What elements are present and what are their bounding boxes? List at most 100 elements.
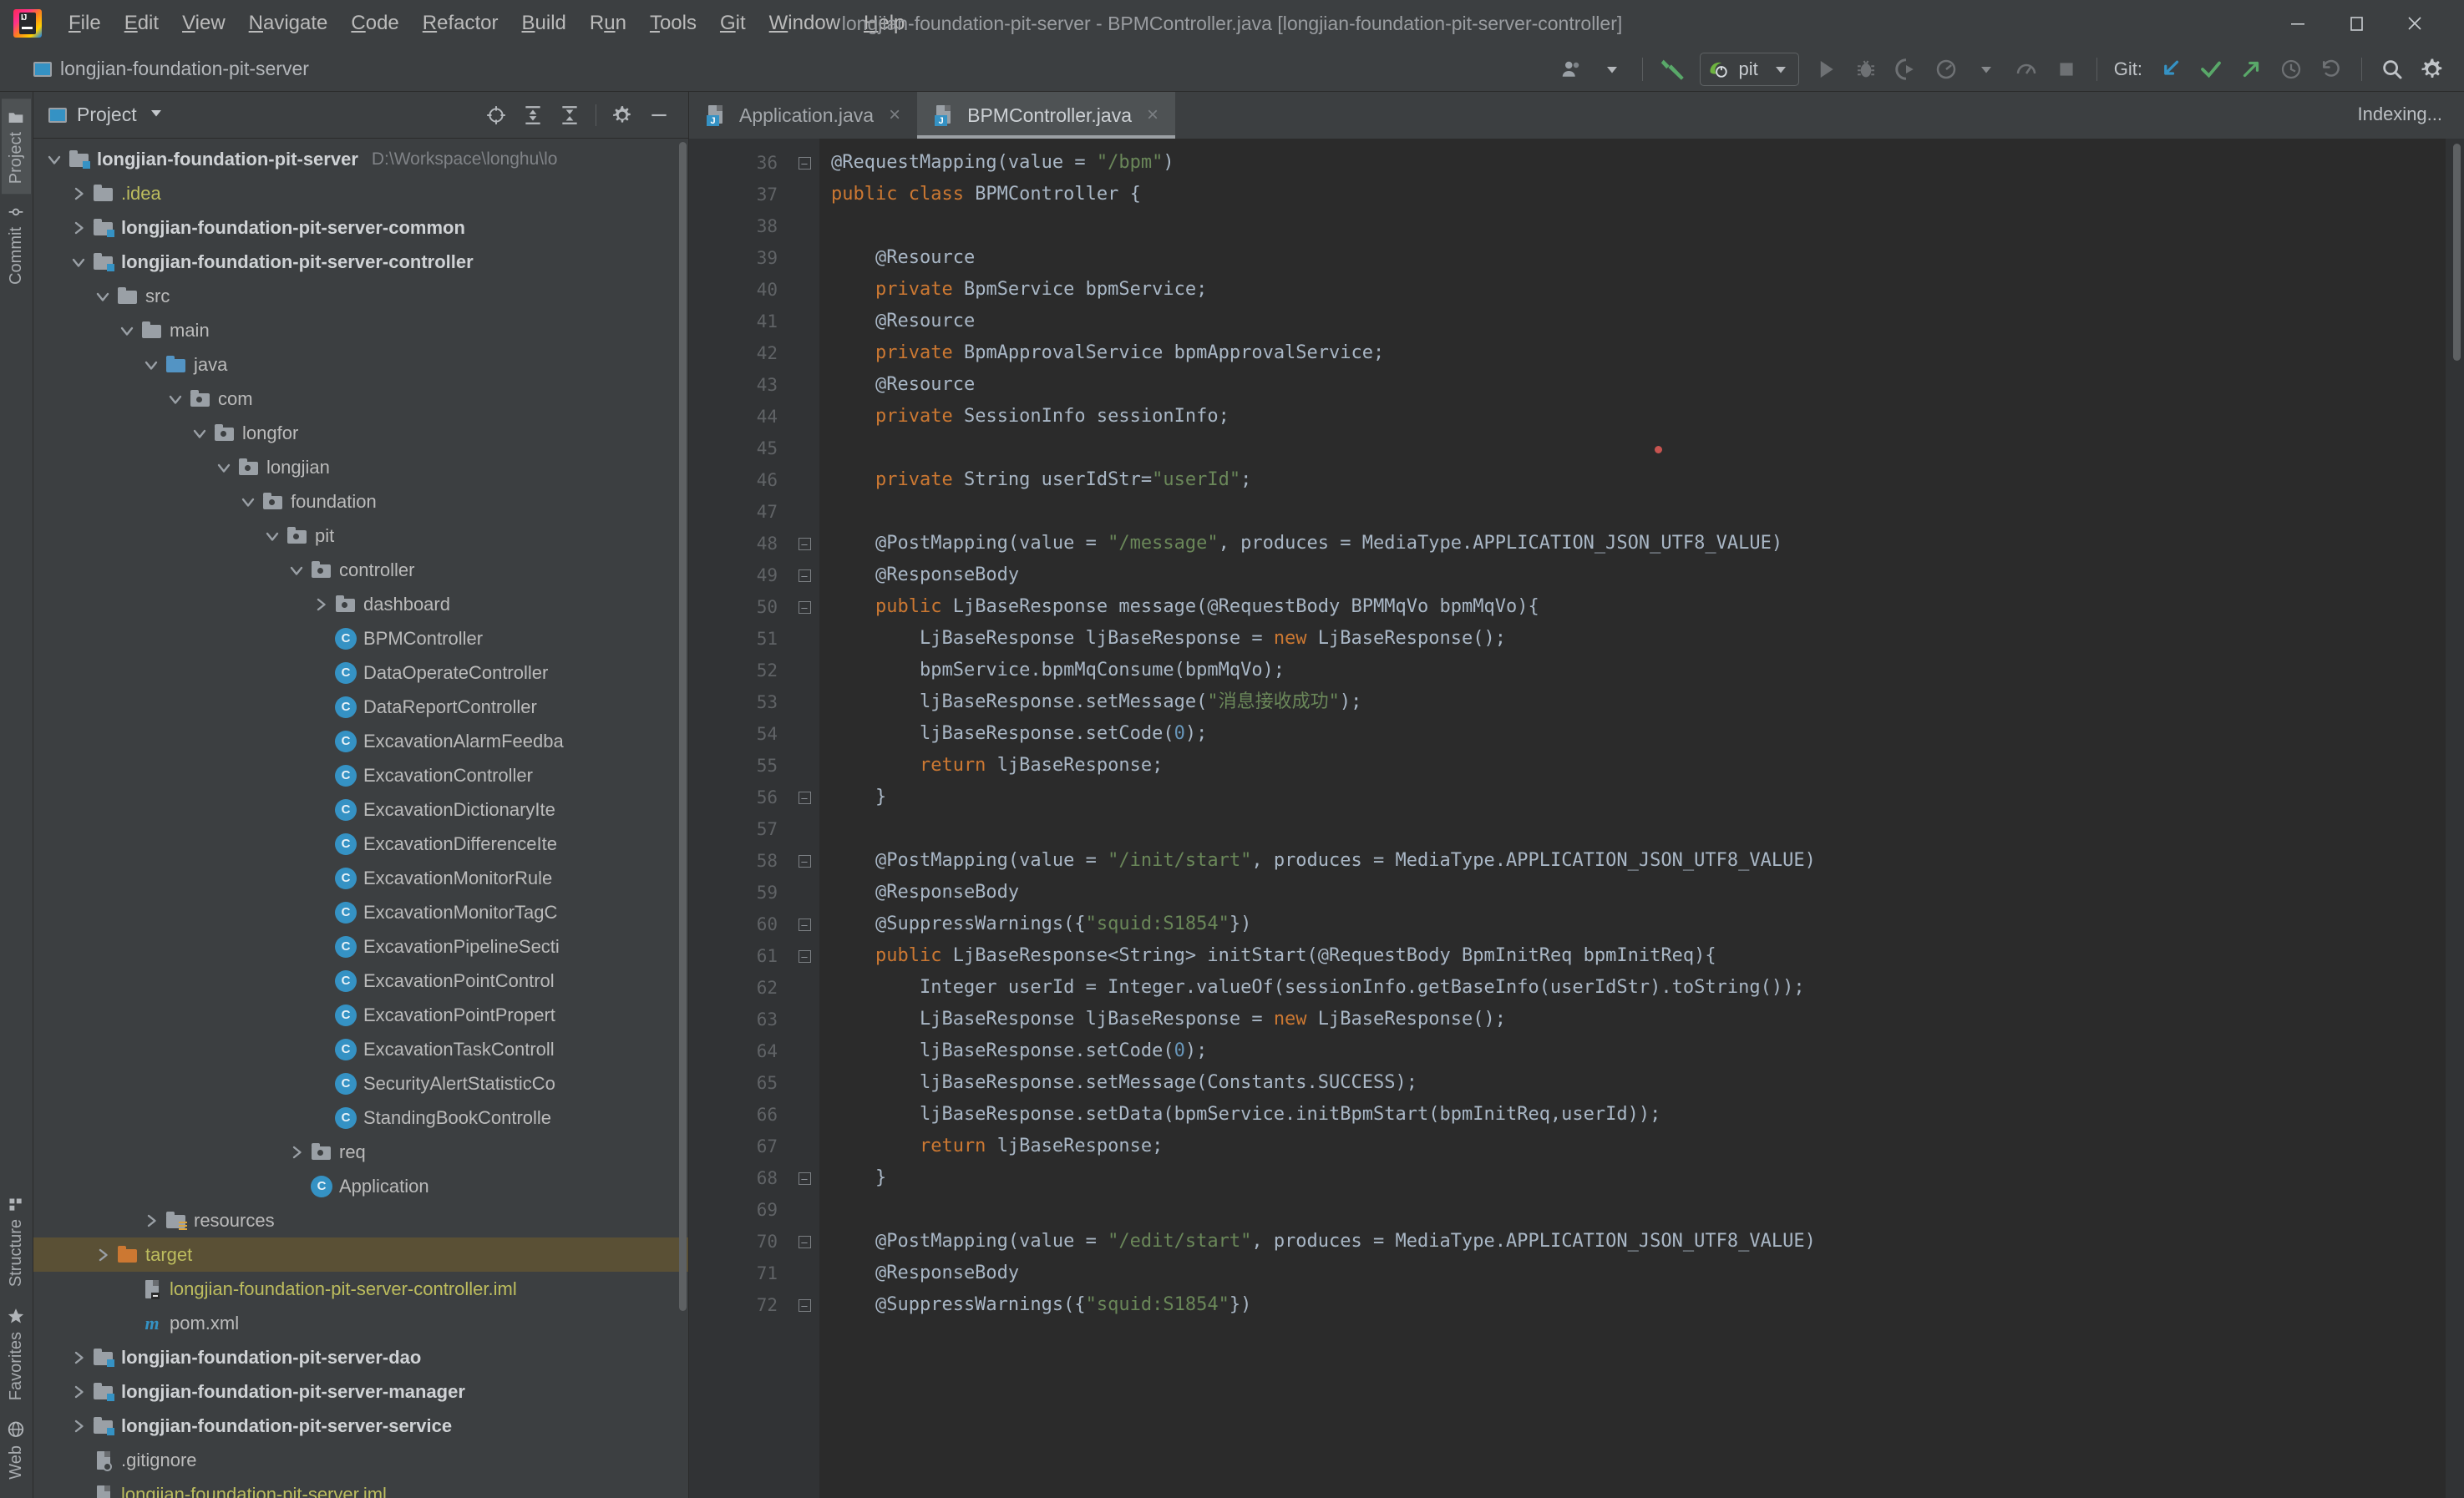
tab-bpmcontroller-java[interactable]: J BPMController.java × <box>917 92 1175 139</box>
fold-marker-up[interactable]: – <box>789 1289 819 1321</box>
tree-node[interactable]: m pom.xml <box>33 1306 688 1340</box>
code-line[interactable]: Integer userId = Integer.valueOf(session… <box>819 972 2446 1004</box>
maximize-restore-button[interactable] <box>2327 2 2385 45</box>
tree-twisty-open[interactable] <box>118 313 136 347</box>
code-line[interactable]: @SuppressWarnings({"squid:S1854"}) <box>819 1289 2446 1321</box>
project-tree[interactable]: longjian-foundation-pit-server D:\Workspa… <box>33 139 688 1498</box>
menu-git[interactable]: Git <box>708 7 758 40</box>
tree-node[interactable]: C ExcavationController <box>33 758 688 792</box>
tree-twisty-closed[interactable] <box>69 1340 88 1374</box>
tree-twisty-closed[interactable] <box>312 587 330 621</box>
fold-marker-up[interactable]: – <box>789 1162 819 1194</box>
tree-node[interactable]: C ExcavationDifferenceIte <box>33 827 688 861</box>
settings-gear-icon[interactable] <box>2414 51 2451 88</box>
tree-node[interactable]: C DataOperateController <box>33 655 688 690</box>
code-line[interactable]: bpmService.bpmMqConsume(bpmMqVo); <box>819 655 2446 686</box>
user-account-icon[interactable] <box>1554 51 1590 88</box>
code-line[interactable]: return ljBaseResponse; <box>819 1131 2446 1162</box>
code-line[interactable]: @PostMapping(value = "/init/start", prod… <box>819 845 2446 877</box>
sidebar-item-structure[interactable]: Structure <box>2 1186 31 1297</box>
git-push-icon[interactable] <box>2233 51 2269 88</box>
build-hammer-icon[interactable] <box>1655 51 1691 88</box>
tree-node[interactable]: dashboard <box>33 587 688 621</box>
tree-twisty-open[interactable] <box>94 279 112 313</box>
tree-twisty-closed[interactable] <box>287 1135 306 1169</box>
fold-marker-up[interactable]: – <box>789 908 819 940</box>
tree-node[interactable]: longfor <box>33 416 688 450</box>
code-line[interactable]: } <box>819 1162 2446 1194</box>
code-line[interactable]: private String userIdStr="userId"; <box>819 464 2446 496</box>
run-button[interactable] <box>1807 51 1844 88</box>
code-line[interactable]: @Resource <box>819 242 2446 274</box>
close-icon[interactable]: × <box>1147 104 1158 127</box>
tree-node[interactable]: resources <box>33 1203 688 1237</box>
fold-collapse-icon[interactable]: – <box>798 949 811 963</box>
tree-node[interactable]: C Application <box>33 1169 688 1203</box>
run-with-coverage-button[interactable] <box>1888 51 1924 88</box>
tree-node[interactable]: longjian-foundation-pit-server-controlle… <box>33 1272 688 1306</box>
tree-node[interactable]: C SecurityAlertStatisticCo <box>33 1066 688 1101</box>
tree-node[interactable]: .gitignore <box>33 1443 688 1477</box>
git-commit-icon[interactable] <box>2193 51 2229 88</box>
fold-marker-up[interactable]: – <box>789 147 819 179</box>
chevron-down-icon[interactable] <box>1594 51 1630 88</box>
code-line[interactable]: @ResponseBody <box>819 877 2446 908</box>
menu-edit[interactable]: Edit <box>113 7 170 40</box>
stop-button[interactable] <box>2048 51 2085 88</box>
code-line[interactable]: private BpmApprovalService bpmApprovalSe… <box>819 337 2446 369</box>
tree-node[interactable]: C ExcavationPipelineSecti <box>33 929 688 964</box>
tree-twisty-open[interactable] <box>69 245 88 279</box>
tree-node[interactable]: com <box>33 382 688 416</box>
fold-marker-up[interactable]: – <box>789 782 819 813</box>
project-tree-scrollbar[interactable] <box>679 142 687 1311</box>
code-line[interactable]: public class BPMController { <box>819 179 2446 210</box>
editor-scrollbar-thumb[interactable] <box>2453 144 2461 361</box>
tree-node[interactable]: longjian <box>33 450 688 484</box>
code-line[interactable]: } <box>819 782 2446 813</box>
hide-panel-icon[interactable] <box>643 99 675 131</box>
tree-twisty-closed[interactable] <box>69 1409 88 1443</box>
tree-node[interactable]: target <box>33 1237 688 1272</box>
code-line[interactable]: ljBaseResponse.setMessage("消息接收成功"); <box>819 686 2446 718</box>
git-update-project-icon[interactable] <box>2152 51 2189 88</box>
code-line[interactable] <box>819 496 2446 528</box>
tree-node[interactable]: C StandingBookControlle <box>33 1101 688 1135</box>
fold-expand-icon[interactable]: – <box>798 1298 811 1312</box>
code-line[interactable] <box>819 433 2446 464</box>
tree-twisty-open[interactable] <box>142 347 160 382</box>
fold-marker-down[interactable]: – <box>789 1226 819 1258</box>
sidebar-item-commit[interactable]: Commit <box>2 194 31 295</box>
git-history-icon[interactable] <box>2273 51 2309 88</box>
tree-twisty-open[interactable] <box>166 382 185 416</box>
chevron-down-icon[interactable] <box>1968 51 2005 88</box>
expand-all-icon[interactable] <box>517 99 549 131</box>
fold-marker-down[interactable]: – <box>789 528 819 559</box>
settings-gear-icon[interactable] <box>606 99 638 131</box>
tree-node[interactable]: longjian-foundation-pit-server-service <box>33 1409 688 1443</box>
close-button[interactable] <box>2385 2 2444 45</box>
fold-expand-icon[interactable]: – <box>798 791 811 804</box>
tree-twisty-open[interactable] <box>263 519 281 553</box>
code-line[interactable] <box>819 813 2446 845</box>
menu-run[interactable]: Run <box>578 7 638 40</box>
tree-twisty-open[interactable] <box>190 416 209 450</box>
sidebar-item-web[interactable]: Web <box>2 1410 31 1490</box>
tree-node[interactable]: controller <box>33 553 688 587</box>
tree-node[interactable]: longjian-foundation-pit-server-common <box>33 210 688 245</box>
code-line[interactable]: @PostMapping(value = "/message", produce… <box>819 528 2446 559</box>
tree-twisty-closed[interactable] <box>69 176 88 210</box>
tree-node[interactable]: .idea <box>33 176 688 210</box>
tree-twisty-open[interactable] <box>239 484 257 519</box>
code-line[interactable]: LjBaseResponse ljBaseResponse = new LjBa… <box>819 1004 2446 1035</box>
code-line[interactable]: ljBaseResponse.setData(bpmService.initBp… <box>819 1099 2446 1131</box>
breadcrumb[interactable]: longjian-foundation-pit-server <box>33 58 309 80</box>
menu-tools[interactable]: Tools <box>638 7 708 40</box>
tree-twisty-closed[interactable] <box>94 1237 112 1272</box>
profile-button[interactable] <box>1928 51 1965 88</box>
fold-collapse-icon[interactable]: – <box>798 537 811 550</box>
fold-expand-icon[interactable]: – <box>798 1172 811 1185</box>
profiler-meter-icon[interactable] <box>2008 51 2045 88</box>
tree-node[interactable]: longjian-foundation-pit-server-manager <box>33 1374 688 1409</box>
tree-twisty-closed[interactable] <box>142 1203 160 1237</box>
tree-node[interactable]: longjian-foundation-pit-server.iml <box>33 1477 688 1498</box>
